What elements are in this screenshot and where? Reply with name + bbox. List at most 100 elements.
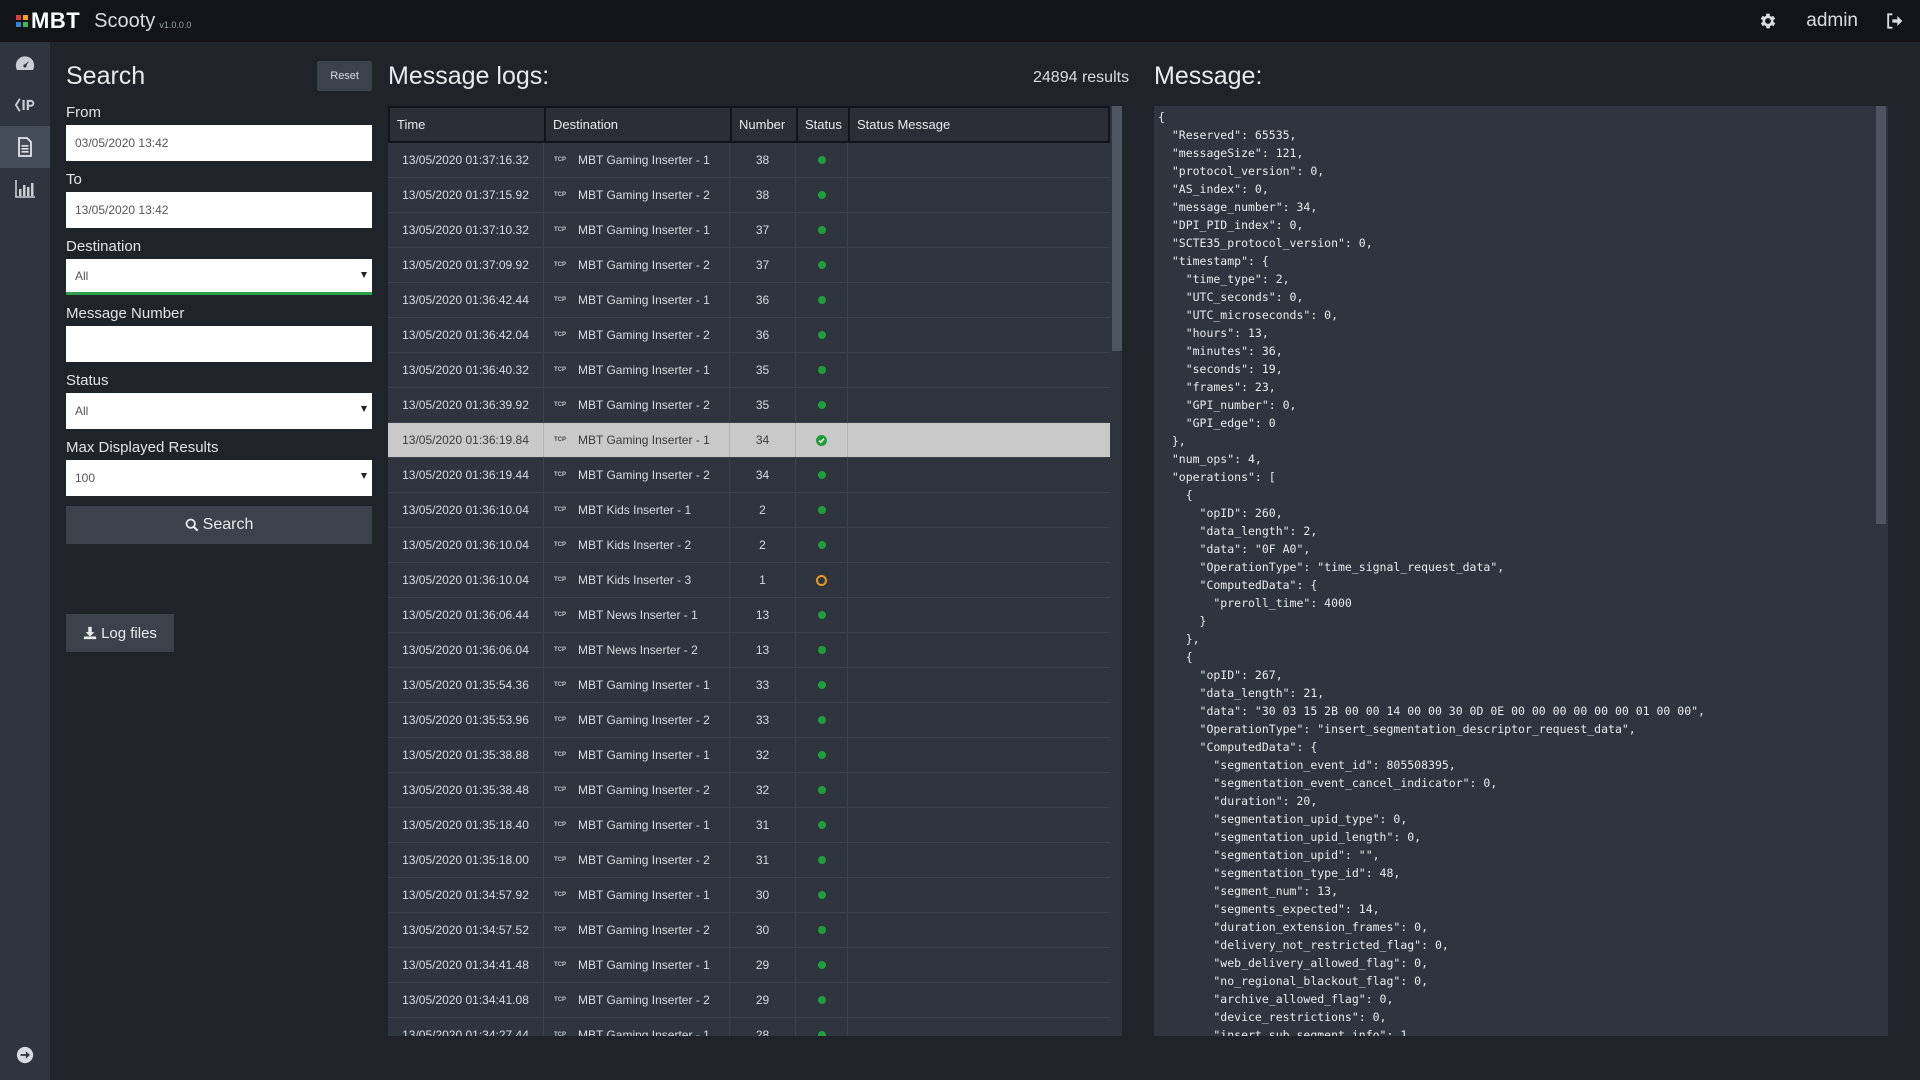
- cell-destination: TCP MBT Gaming Inserter - 1: [544, 948, 730, 982]
- max-results-select[interactable]: 100: [66, 460, 372, 496]
- table-row[interactable]: 13/05/2020 01:34:57.92 TCP MBT Gaming Inse…: [388, 878, 1110, 913]
- table-row[interactable]: 13/05/2020 01:35:18.00 TCP MBT Gaming Inse…: [388, 843, 1110, 878]
- destination-name: MBT Gaming Inserter - 2: [578, 853, 710, 867]
- table-row[interactable]: 13/05/2020 01:35:54.36 TCP MBT Gaming Inse…: [388, 668, 1110, 703]
- logout-icon[interactable]: [1884, 11, 1904, 31]
- table-row[interactable]: 13/05/2020 01:35:18.40 TCP MBT Gaming Inse…: [388, 808, 1110, 843]
- reset-button[interactable]: Reset: [317, 61, 372, 91]
- search-icon: [185, 518, 199, 532]
- cell-status-message: [848, 703, 1110, 737]
- caret-down-icon: [361, 406, 367, 412]
- cell-destination: TCP MBT Kids Inserter - 2: [544, 528, 730, 562]
- table-row[interactable]: 13/05/2020 01:37:15.92 TCP MBT Gaming Inse…: [388, 178, 1110, 213]
- cell-status: [796, 318, 848, 352]
- table-row[interactable]: 13/05/2020 01:34:57.52 TCP MBT Gaming Inse…: [388, 913, 1110, 948]
- destination-name: MBT Kids Inserter - 2: [578, 538, 692, 552]
- table-row[interactable]: 13/05/2020 01:37:10.32 TCP MBT Gaming Inse…: [388, 213, 1110, 248]
- message-scrollbar-thumb[interactable]: [1876, 106, 1886, 524]
- table-row[interactable]: 13/05/2020 01:34:41.08 TCP MBT Gaming Inse…: [388, 983, 1110, 1018]
- json-line: "data": "0F A0",: [1158, 542, 1311, 556]
- success-status-icon: [817, 366, 826, 374]
- success-status-icon: [817, 226, 826, 234]
- table-row[interactable]: 13/05/2020 01:37:16.32 TCP MBT Gaming Inse…: [388, 143, 1110, 178]
- cell-time: 13/05/2020 01:37:09.92: [388, 248, 544, 282]
- document-icon: [18, 137, 32, 157]
- cell-status-message: [848, 423, 1110, 457]
- log-files-button[interactable]: Log files: [66, 614, 174, 652]
- ip-icon: [14, 98, 35, 112]
- table-row[interactable]: 13/05/2020 01:35:38.88 TCP MBT Gaming Inse…: [388, 738, 1110, 773]
- message-scrollbar[interactable]: [1876, 106, 1888, 1036]
- table-row[interactable]: 13/05/2020 01:36:39.92 TCP MBT Gaming Inse…: [388, 388, 1110, 423]
- table-row[interactable]: 13/05/2020 01:36:42.04 TCP MBT Gaming Inse…: [388, 318, 1110, 353]
- status-select[interactable]: All: [66, 393, 372, 429]
- cell-number: 37: [730, 213, 796, 247]
- cell-status-message: [848, 598, 1110, 632]
- cell-status-message: [848, 563, 1110, 597]
- search-button[interactable]: Search: [66, 506, 372, 544]
- cell-time: 13/05/2020 01:36:39.92: [388, 388, 544, 422]
- collapse-rail-button[interactable]: [0, 1040, 50, 1070]
- message-panel[interactable]: { "Reserved": 65535, "messageSize": 121,…: [1154, 106, 1888, 1036]
- protocol-badge: TCP: [554, 682, 566, 688]
- table-row[interactable]: 13/05/2020 01:36:06.44 TCP MBT News Insert…: [388, 598, 1110, 633]
- nav-ip[interactable]: [0, 84, 50, 126]
- nav-dashboard[interactable]: [0, 42, 50, 84]
- table-row[interactable]: 13/05/2020 01:37:09.92 TCP MBT Gaming Inse…: [388, 248, 1110, 283]
- protocol-badge: TCP: [554, 717, 566, 723]
- cell-number: 37: [730, 248, 796, 282]
- cell-time: 13/05/2020 01:35:18.40: [388, 808, 544, 842]
- app-version: v1.0.0.0: [159, 20, 192, 30]
- from-date-field[interactable]: 03/05/2020 13:42: [66, 125, 372, 161]
- to-date-field[interactable]: 13/05/2020 13:42: [66, 192, 372, 228]
- protocol-badge: TCP: [554, 227, 566, 233]
- logs-scrollbar-thumb[interactable]: [1112, 106, 1122, 351]
- json-line: "insert_sub_segment_info": 1,: [1158, 1028, 1415, 1036]
- json-line: "minutes": 36,: [1158, 344, 1283, 358]
- table-row[interactable]: 13/05/2020 01:35:53.96 TCP MBT Gaming Inse…: [388, 703, 1110, 738]
- column-header-destination[interactable]: Destination: [546, 108, 732, 141]
- column-header-status-message[interactable]: Status Message: [850, 108, 1108, 141]
- nav-statistics[interactable]: [0, 168, 50, 210]
- table-row[interactable]: 13/05/2020 01:36:06.04 TCP MBT News Insert…: [388, 633, 1110, 668]
- search-panel: Search Reset From 03/05/2020 13:42 To 13…: [66, 58, 372, 652]
- brand-logo[interactable]: MBT: [16, 8, 80, 34]
- cell-destination: TCP MBT Gaming Inserter - 2: [544, 983, 730, 1017]
- column-header-number[interactable]: Number: [732, 108, 798, 141]
- table-row[interactable]: 13/05/2020 01:36:10.04 TCP MBT Kids Insert…: [388, 563, 1110, 598]
- column-header-status[interactable]: Status: [798, 108, 850, 141]
- cell-destination: TCP MBT Gaming Inserter - 1: [544, 283, 730, 317]
- cell-time: 13/05/2020 01:35:54.36: [388, 668, 544, 702]
- destination-select[interactable]: All: [66, 259, 372, 295]
- table-row[interactable]: 13/05/2020 01:36:42.44 TCP MBT Gaming Inse…: [388, 283, 1110, 318]
- json-line: "no_regional_blackout_flag": 0,: [1158, 974, 1429, 988]
- cell-status-message: [848, 983, 1110, 1017]
- message-number-field[interactable]: [66, 326, 372, 362]
- table-row[interactable]: 13/05/2020 01:36:19.84 TCP MBT Gaming Inse…: [388, 423, 1110, 458]
- json-line: "DPI_PID_index": 0,: [1158, 218, 1304, 232]
- json-line: "segmentation_event_id": 805508395,: [1158, 758, 1456, 772]
- cell-destination: TCP MBT News Inserter - 1: [544, 598, 730, 632]
- cell-number: 31: [730, 843, 796, 877]
- table-row[interactable]: 13/05/2020 01:35:38.48 TCP MBT Gaming Inse…: [388, 773, 1110, 808]
- cell-status: [796, 948, 848, 982]
- user-name[interactable]: admin: [1806, 10, 1858, 32]
- table-row[interactable]: 13/05/2020 01:34:27.44 TCP MBT Gaming Inse…: [388, 1018, 1110, 1036]
- cell-number: 28: [730, 1018, 796, 1036]
- protocol-badge: TCP: [554, 577, 566, 583]
- logs-scrollbar[interactable]: [1112, 106, 1122, 1036]
- table-row[interactable]: 13/05/2020 01:36:10.04 TCP MBT Kids Insert…: [388, 493, 1110, 528]
- table-row[interactable]: 13/05/2020 01:36:10.04 TCP MBT Kids Insert…: [388, 528, 1110, 563]
- nav-logs[interactable]: [0, 126, 50, 168]
- table-row[interactable]: 13/05/2020 01:36:19.44 TCP MBT Gaming Inse…: [388, 458, 1110, 493]
- json-line: }: [1158, 614, 1207, 628]
- gear-icon[interactable]: [1758, 11, 1778, 31]
- column-header-time[interactable]: Time: [390, 108, 546, 141]
- protocol-badge: TCP: [554, 297, 566, 303]
- table-row[interactable]: 13/05/2020 01:36:40.32 TCP MBT Gaming Inse…: [388, 353, 1110, 388]
- table-row[interactable]: 13/05/2020 01:34:41.48 TCP MBT Gaming Inse…: [388, 948, 1110, 983]
- json-line: "GPI_edge": 0: [1158, 416, 1276, 430]
- json-line: {: [1158, 110, 1165, 124]
- cell-number: 33: [730, 668, 796, 702]
- cell-status: [796, 178, 848, 212]
